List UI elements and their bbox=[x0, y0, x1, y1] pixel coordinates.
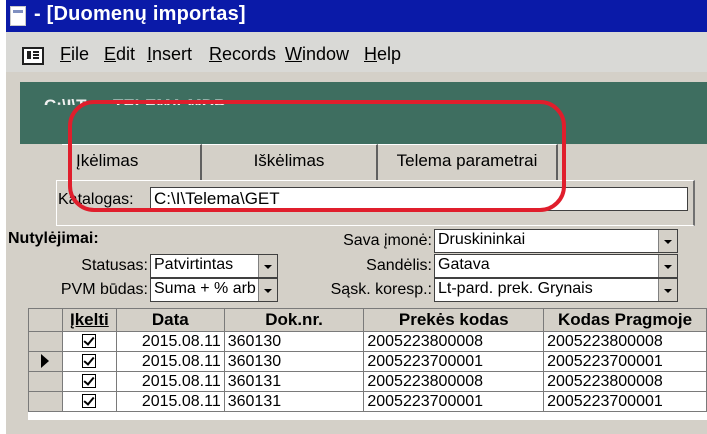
checkbox-checked-icon[interactable] bbox=[82, 394, 97, 409]
pragma-code-cell[interactable]: 2005223700001 bbox=[543, 391, 707, 412]
table-row[interactable]: 2015.08.11 360130 2005223700001 20052237000… bbox=[28, 351, 707, 372]
ikelti-cell[interactable] bbox=[61, 371, 117, 392]
sandelis-value: Gatava bbox=[438, 256, 490, 273]
menu-edit[interactable]: Edit bbox=[104, 44, 135, 65]
product-code-cell[interactable]: 2005223800008 bbox=[363, 371, 545, 392]
menu-window[interactable]: Window bbox=[285, 44, 349, 65]
statusas-value: Patvirtintas bbox=[154, 256, 234, 273]
defaults-title: Nutylėjimai: bbox=[8, 230, 99, 247]
column-header-prekes-kodas[interactable]: Prekės kodas bbox=[363, 308, 545, 332]
column-header-kodas-pragmoje[interactable]: Kodas Pragmoje bbox=[543, 308, 707, 332]
column-header-data[interactable]: Data bbox=[115, 308, 225, 332]
row-selector[interactable] bbox=[28, 371, 63, 392]
imone-combo[interactable]: Druskininkai bbox=[434, 229, 678, 253]
sandelis-label: Sandėlis: bbox=[366, 257, 432, 274]
product-code-cell[interactable]: 2005223700001 bbox=[363, 391, 545, 412]
doc-nr-cell[interactable]: 360130 bbox=[223, 351, 365, 372]
import-grid: Įkelti Data Dok.nr. Prekės kodas Kodas P… bbox=[28, 308, 707, 412]
menu-help[interactable]: Help bbox=[364, 44, 401, 65]
table-row[interactable]: 2015.08.11 360131 2005223800008 20052238000… bbox=[28, 371, 707, 392]
imone-value: Druskininkai bbox=[438, 231, 526, 248]
checkbox-checked-icon[interactable] bbox=[82, 334, 97, 349]
menu-records[interactable]: Records bbox=[209, 44, 276, 65]
doc-nr-cell[interactable]: 360131 bbox=[223, 391, 365, 412]
checkbox-checked-icon[interactable] bbox=[82, 354, 97, 369]
window-title: - [Duomenų importas] bbox=[34, 3, 246, 25]
row-selector[interactable] bbox=[28, 331, 63, 352]
sask-label: Sąsk. koresp.: bbox=[330, 281, 432, 298]
pragma-code-cell[interactable]: 2005223700001 bbox=[543, 351, 707, 372]
sask-combo[interactable]: Lt-pard. prek. Grynais bbox=[434, 278, 678, 302]
grid-footer bbox=[28, 420, 707, 434]
column-header-ikelti[interactable]: Įkelti bbox=[61, 308, 117, 332]
chevron-down-icon[interactable] bbox=[658, 230, 677, 252]
date-cell[interactable]: 2015.08.11 bbox=[115, 391, 225, 412]
column-header-dok-nr[interactable]: Dok.nr. bbox=[223, 308, 365, 332]
chevron-down-icon[interactable] bbox=[658, 279, 677, 301]
table-row[interactable]: 2015.08.11 360131 2005223700001 20052237000… bbox=[28, 391, 707, 412]
pvm-combo[interactable]: Suma + % arb bbox=[150, 278, 278, 302]
product-code-cell[interactable]: 2005223800008 bbox=[363, 331, 545, 352]
chevron-down-icon[interactable] bbox=[658, 255, 677, 277]
table-row[interactable]: 2015.08.11 360130 2005223800008 20052238000… bbox=[28, 331, 707, 352]
pvm-value: Suma + % arb bbox=[154, 280, 256, 297]
doc-nr-cell[interactable]: 360131 bbox=[223, 371, 365, 392]
row-selector[interactable] bbox=[28, 391, 63, 412]
checkbox-checked-icon[interactable] bbox=[82, 374, 97, 389]
ikelti-cell[interactable] bbox=[61, 331, 117, 352]
product-code-cell[interactable]: 2005223700001 bbox=[363, 351, 545, 372]
pragma-code-cell[interactable]: 2005223800008 bbox=[543, 331, 707, 352]
row-selector[interactable] bbox=[28, 351, 63, 372]
chevron-down-icon[interactable] bbox=[258, 279, 277, 301]
pragma-code-cell[interactable]: 2005223800008 bbox=[543, 371, 707, 392]
sask-value: Lt-pard. prek. Grynais bbox=[438, 280, 593, 297]
statusas-label: Statusas: bbox=[81, 257, 148, 274]
sandelis-combo[interactable]: Gatava bbox=[434, 254, 678, 278]
app-icon[interactable] bbox=[10, 6, 26, 26]
date-cell[interactable]: 2015.08.11 bbox=[115, 371, 225, 392]
ikelti-cell[interactable] bbox=[61, 391, 117, 412]
current-row-arrow-icon bbox=[41, 354, 50, 369]
ikelti-cell[interactable] bbox=[61, 351, 117, 372]
statusas-combo[interactable]: Patvirtintas bbox=[150, 254, 278, 278]
chevron-down-icon[interactable] bbox=[258, 255, 277, 277]
menu-insert[interactable]: Insert bbox=[147, 44, 192, 65]
form-icon[interactable] bbox=[22, 47, 44, 65]
date-cell[interactable]: 2015.08.11 bbox=[115, 331, 225, 352]
highlight-annotation bbox=[68, 100, 566, 212]
imone-label: Sava įmonė: bbox=[343, 232, 432, 249]
doc-nr-cell[interactable]: 360130 bbox=[223, 331, 365, 352]
row-selector-header bbox=[28, 308, 63, 332]
pvm-label: PVM būdas: bbox=[60, 281, 148, 298]
date-cell[interactable]: 2015.08.11 bbox=[115, 351, 225, 372]
menu-file[interactable]: File bbox=[60, 44, 89, 65]
